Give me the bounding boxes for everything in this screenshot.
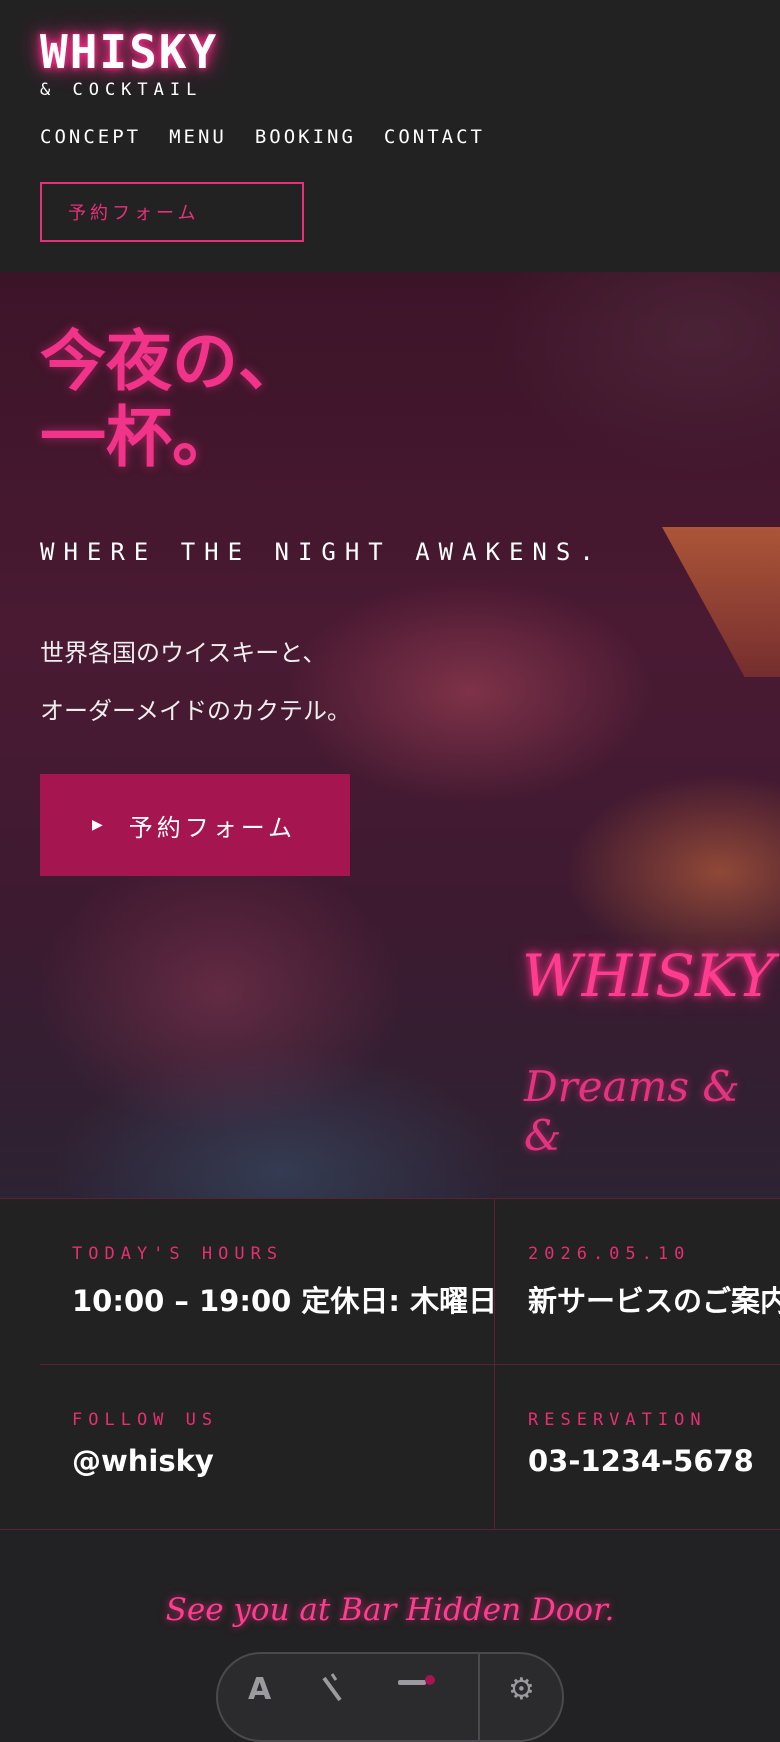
hero-title-line1: 今夜の、: [40, 323, 304, 400]
news-cell[interactable]: 2026.05.10 新サービスのご案内: [528, 1244, 780, 1320]
nav-contact[interactable]: CONTACT: [384, 126, 485, 148]
hero-title: 今夜の、 一杯。: [40, 324, 304, 476]
reservation-cell: RESERVATION 03-1234-5678: [528, 1410, 754, 1478]
settings-slider-icon[interactable]: [396, 1672, 436, 1714]
cocktail-glass-image: [662, 527, 780, 677]
logo-sub: & COCKTAIL: [40, 80, 203, 100]
header-booking-button[interactable]: 予約フォーム: [40, 182, 304, 242]
hero-description: 世界各国のウイスキーと、 オーダーメイドのカクテル。: [40, 624, 351, 740]
news-title: 新サービスのご案内: [528, 1284, 780, 1318]
footer-tagline: See you at Bar Hidden Door.: [165, 1592, 615, 1628]
logo[interactable]: WHISKY & COCKTAIL: [40, 25, 219, 100]
hero-tagline: WHERE THE NIGHT AWAKENS.: [40, 538, 603, 566]
gear-icon[interactable]: ⚙: [508, 1672, 535, 1707]
logo-main: WHISKY: [40, 25, 219, 79]
divider: [0, 1198, 780, 1199]
hero: 今夜の、 一杯。 WHERE THE NIGHT AWAKENS. 世界各国のウ…: [0, 272, 780, 1198]
magic-wand-icon[interactable]: [318, 1672, 352, 1714]
hours-value: 10:00 – 19:00 定休日: 木曜日: [72, 1284, 498, 1318]
hero-desc-line1: 世界各国のウイスキーと、: [40, 639, 327, 667]
follow-link[interactable]: @whisky: [72, 1444, 218, 1478]
divider: [40, 1364, 780, 1365]
hero-cta-label: 予約フォーム: [128, 813, 297, 842]
main-nav: CONCEPT MENU BOOKING CONTACT: [40, 126, 485, 148]
reservation-label: RESERVATION: [528, 1410, 707, 1430]
hours-cell: TODAY'S HOURS 10:00 – 19:00 定休日: 木曜日: [72, 1244, 497, 1320]
play-icon: ▶: [92, 817, 107, 833]
divider: [0, 1529, 780, 1530]
nav-concept[interactable]: CONCEPT: [40, 126, 141, 148]
info-grid: TODAY'S HOURS 10:00 – 19:00 定休日: 木曜日 202…: [0, 1198, 780, 1530]
nav-menu[interactable]: MENU: [169, 126, 227, 148]
follow-cell: FOLLOW US @whisky: [72, 1410, 218, 1478]
hero-booking-button[interactable]: ▶ 予約フォーム: [40, 774, 350, 876]
hero-title-line2: 一杯。: [40, 399, 238, 476]
neon-sign-text: WHISKY: [522, 942, 775, 1010]
reservation-phone[interactable]: 03-1234-5678: [528, 1444, 754, 1478]
hero-desc-line2: オーダーメイドのカクテル。: [40, 697, 352, 725]
toolbar-divider: [478, 1654, 480, 1740]
news-date: 2026.05.10: [528, 1244, 691, 1264]
site-header: WHISKY & COCKTAIL CONCEPT MENU BOOKING C…: [0, 0, 780, 272]
text-icon[interactable]: A: [248, 1672, 271, 1707]
follow-label: FOLLOW US: [72, 1410, 219, 1430]
hours-label: TODAY'S HOURS: [72, 1244, 284, 1264]
neon-sign-subtext: Dreams & &: [524, 1062, 740, 1160]
floating-toolbar: A ⚙: [216, 1652, 564, 1742]
nav-booking[interactable]: BOOKING: [255, 126, 356, 148]
